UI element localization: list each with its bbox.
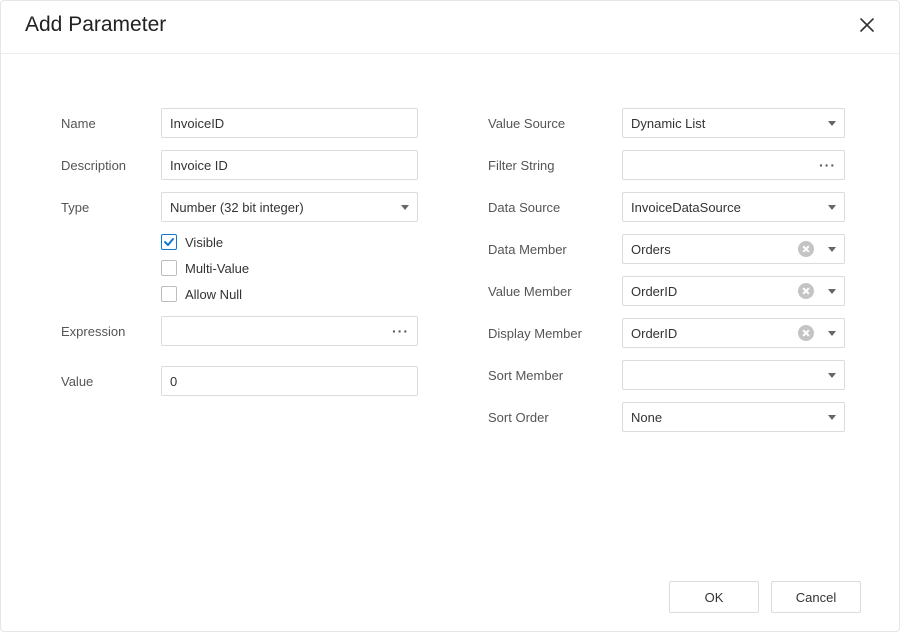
name-label: Name (61, 116, 161, 131)
field-value-member: Value Member OrderID (488, 276, 845, 306)
multivalue-checkbox[interactable] (161, 260, 177, 276)
close-button[interactable] (853, 11, 881, 39)
close-icon (860, 18, 874, 32)
sort-order-value: None (631, 410, 822, 425)
clear-icon[interactable] (798, 241, 814, 257)
sort-order-select[interactable]: None (622, 402, 845, 432)
sort-order-label: Sort Order (488, 410, 622, 425)
description-label: Description (61, 158, 161, 173)
type-select-value: Number (32 bit integer) (170, 200, 395, 215)
check-icon (163, 236, 175, 248)
clear-icon[interactable] (798, 325, 814, 341)
display-member-select[interactable]: OrderID (622, 318, 845, 348)
value-input[interactable] (161, 366, 418, 396)
allownull-checkbox[interactable] (161, 286, 177, 302)
expression-editor[interactable]: ··· (161, 316, 418, 346)
visible-checkbox[interactable] (161, 234, 177, 250)
chevron-down-icon (828, 289, 836, 294)
chevron-down-icon (828, 373, 836, 378)
clear-icon[interactable] (798, 283, 814, 299)
type-select[interactable]: Number (32 bit integer) (161, 192, 418, 222)
field-sort-order: Sort Order None (488, 402, 845, 432)
filter-string-label: Filter String (488, 158, 622, 173)
data-member-value: Orders (631, 242, 798, 257)
multivalue-label: Multi-Value (185, 261, 249, 276)
ok-button[interactable]: OK (669, 581, 759, 613)
value-member-select[interactable]: OrderID (622, 276, 845, 306)
value-source-select[interactable]: Dynamic List (622, 108, 845, 138)
sort-member-select[interactable] (622, 360, 845, 390)
value-source-value: Dynamic List (631, 116, 822, 131)
cancel-button[interactable]: Cancel (771, 581, 861, 613)
name-input[interactable] (161, 108, 418, 138)
chevron-down-icon (828, 415, 836, 420)
value-label: Value (61, 374, 161, 389)
chevron-down-icon (401, 205, 409, 210)
field-display-member: Display Member OrderID (488, 318, 845, 348)
value-member-value: OrderID (631, 284, 798, 299)
chevron-down-icon (828, 205, 836, 210)
dialog-title: Add Parameter (25, 13, 166, 37)
left-column: Name Description Type Number (32 bit int… (61, 108, 418, 581)
dialog-footer: OK Cancel (1, 581, 899, 631)
field-data-member: Data Member Orders (488, 234, 845, 264)
expression-label: Expression (61, 324, 161, 339)
field-description: Description (61, 150, 418, 180)
right-column: Value Source Dynamic List Filter String … (488, 108, 845, 581)
field-name: Name (61, 108, 418, 138)
data-source-label: Data Source (488, 200, 622, 215)
field-data-source: Data Source InvoiceDataSource (488, 192, 845, 222)
filter-string-editor[interactable]: ··· (622, 150, 845, 180)
data-source-value: InvoiceDataSource (631, 200, 822, 215)
field-filter-string: Filter String ··· (488, 150, 845, 180)
allownull-label: Allow Null (185, 287, 242, 302)
field-value: Value (61, 366, 418, 396)
data-source-select[interactable]: InvoiceDataSource (622, 192, 845, 222)
dialog-body: Name Description Type Number (32 bit int… (1, 54, 899, 581)
display-member-value: OrderID (631, 326, 798, 341)
field-value-source: Value Source Dynamic List (488, 108, 845, 138)
dialog-header: Add Parameter (1, 1, 899, 54)
display-member-label: Display Member (488, 326, 622, 341)
value-source-label: Value Source (488, 116, 622, 131)
sort-member-label: Sort Member (488, 368, 622, 383)
chevron-down-icon (828, 121, 836, 126)
field-type: Type Number (32 bit integer) (61, 192, 418, 222)
chevron-down-icon (828, 331, 836, 336)
data-member-label: Data Member (488, 242, 622, 257)
value-member-label: Value Member (488, 284, 622, 299)
visible-label: Visible (185, 235, 223, 250)
field-sort-member: Sort Member (488, 360, 845, 390)
field-expression: Expression ··· (61, 316, 418, 346)
data-member-select[interactable]: Orders (622, 234, 845, 264)
description-input[interactable] (161, 150, 418, 180)
type-label: Type (61, 200, 161, 215)
chevron-down-icon (828, 247, 836, 252)
add-parameter-dialog: Add Parameter Name Description Type (0, 0, 900, 632)
